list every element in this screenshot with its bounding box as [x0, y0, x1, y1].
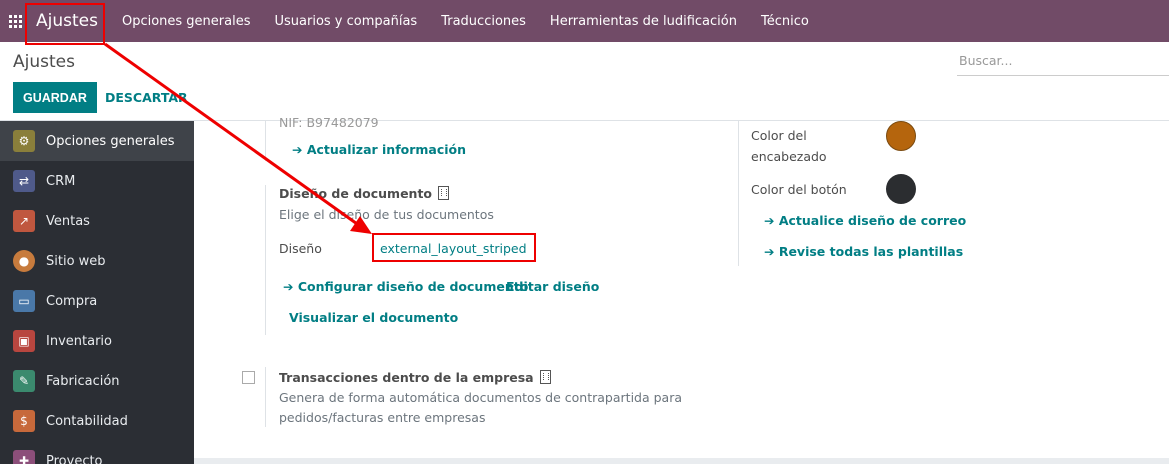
box-icon: ▣ [13, 330, 35, 352]
header-color-label-2: encabezado [751, 149, 827, 164]
menu-herramientas-ludificacion[interactable]: Herramientas de ludificación [538, 0, 749, 42]
top-navbar: Ajustes Opciones generales Usuarios y co… [0, 0, 1169, 42]
sidebar-item-ventas[interactable]: ↗ Ventas [0, 201, 194, 241]
menu-traducciones[interactable]: Traducciones [429, 0, 538, 42]
button-color-swatch[interactable] [886, 174, 916, 204]
sidebar-item-label: CRM [46, 173, 76, 189]
control-panel: Ajustes GUARDAR DESCARTAR Buscar... [0, 42, 1169, 121]
button-color-label: Color del botón [751, 182, 847, 197]
menu-opciones-generales[interactable]: Opciones generales [110, 0, 263, 42]
card-icon: ▭ [13, 290, 35, 312]
sidebar-item-contabilidad[interactable]: $ Contabilidad [0, 401, 194, 441]
divider [738, 121, 739, 266]
wrench-icon: ✎ [13, 370, 35, 392]
sidebar-item-proyecto[interactable]: ✚ Proyecto [0, 441, 194, 464]
sidebar-item-label: Compra [46, 293, 98, 309]
header-color-swatch[interactable] [886, 121, 916, 151]
document-layout-title: Diseño de documento [279, 186, 450, 201]
sidebar-item-opciones-generales[interactable]: ⚙ Opciones generales [0, 121, 194, 161]
bottom-scroll-area [194, 458, 1169, 464]
preview-document-link[interactable]: Visualizar el documento [289, 310, 458, 325]
menu-tecnico[interactable]: Técnico [749, 0, 821, 42]
intercompany-title: Transacciones dentro de la empresa [279, 370, 551, 385]
company-vat-text: NIF: B97482079 [279, 115, 379, 130]
company-building-icon [438, 186, 450, 200]
review-templates-link[interactable]: ➔ Revise todas las plantillas [764, 244, 963, 259]
discard-button[interactable]: DESCARTAR [105, 82, 188, 113]
globe-icon: ● [13, 250, 35, 272]
annotation-box [372, 233, 536, 262]
sidebar-item-label: Ventas [46, 213, 90, 229]
document-layout-description: Elige el diseño de tus documentos [279, 207, 494, 222]
divider [265, 185, 266, 335]
sidebar-item-label: Inventario [46, 333, 112, 349]
company-building-icon [539, 370, 551, 384]
intercompany-description-1: Genera de forma automática documentos de… [279, 390, 682, 405]
search-input[interactable]: Buscar... [957, 46, 1169, 76]
page-title: Ajustes [13, 52, 75, 72]
update-email-layout-link[interactable]: ➔ Actualice diseño de correo [764, 213, 966, 228]
annotation-box [25, 3, 105, 45]
sidebar-item-sitio-web[interactable]: ● Sitio web [0, 241, 194, 281]
save-button[interactable]: GUARDAR [13, 82, 97, 113]
sidebar-item-label: Contabilidad [46, 413, 128, 429]
chart-icon: ↗ [13, 210, 35, 232]
layout-field-label: Diseño [279, 241, 322, 256]
sidebar-item-crm[interactable]: ⇄ CRM [0, 161, 194, 201]
configure-layout-link[interactable]: ➔ Configurar diseño de documento [283, 279, 528, 294]
sidebar-item-label: Sitio web [46, 253, 106, 269]
settings-content: NIF: B97482079 ➔ Actualizar información … [194, 115, 1169, 464]
puzzle-icon: ✚ [13, 450, 35, 464]
settings-sidebar: ⚙ Opciones generales ⇄ CRM ↗ Ventas ● Si… [0, 121, 194, 464]
sidebar-item-fabricacion[interactable]: ✎ Fabricación [0, 361, 194, 401]
sidebar-item-inventario[interactable]: ▣ Inventario [0, 321, 194, 361]
intercompany-description-2: pedidos/facturas entre empresas [279, 410, 486, 425]
menu-usuarios-companias[interactable]: Usuarios y compañías [263, 0, 430, 42]
update-info-link[interactable]: ➔ Actualizar información [292, 142, 466, 157]
sidebar-item-label: Fabricación [46, 373, 120, 389]
header-color-label: Color del [751, 128, 807, 143]
intercompany-checkbox[interactable] [242, 371, 255, 384]
sidebar-item-label: Proyecto [46, 453, 103, 464]
handshake-icon: ⇄ [13, 170, 35, 192]
divider [265, 121, 266, 161]
sidebar-item-compra[interactable]: ▭ Compra [0, 281, 194, 321]
gear-icon: ⚙ [13, 130, 35, 152]
sidebar-item-label: Opciones generales [46, 133, 175, 149]
edit-layout-link[interactable]: Editar diseño [506, 279, 599, 294]
dollar-icon: $ [13, 410, 35, 432]
divider [265, 367, 266, 427]
